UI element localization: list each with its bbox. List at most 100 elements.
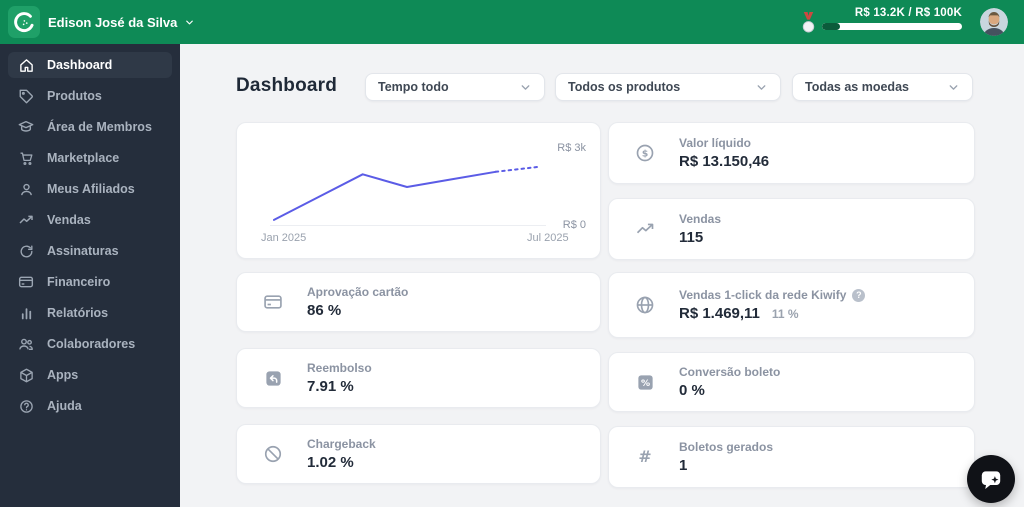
sidebar-item-relatorios[interactable]: Relatórios bbox=[8, 300, 172, 326]
sidebar-item-apps[interactable]: Apps bbox=[8, 362, 172, 388]
cart-icon bbox=[18, 150, 34, 166]
account-menu[interactable]: Edison José da Silva bbox=[48, 0, 195, 44]
stat-card-vendas: Vendas 115 bbox=[608, 198, 975, 260]
revenue-goal-progressbar bbox=[822, 23, 962, 30]
sidebar-item-financeiro[interactable]: Financeiro bbox=[8, 269, 172, 295]
stat-label: Conversão boleto bbox=[679, 365, 781, 379]
corner-up-left-icon bbox=[261, 369, 285, 388]
sidebar-item-produtos[interactable]: Produtos bbox=[8, 83, 172, 109]
sidebar-item-label: Ajuda bbox=[47, 399, 82, 413]
stat-label: Boletos gerados bbox=[679, 440, 774, 454]
chevron-down-icon bbox=[186, 20, 194, 24]
page-title: Dashboard bbox=[236, 75, 338, 96]
dollar-circle-icon: $ bbox=[633, 143, 657, 163]
chat-widget-button[interactable] bbox=[967, 455, 1015, 503]
home-icon bbox=[18, 57, 34, 73]
sidebar: Dashboard Produtos Área de Membros Marke… bbox=[0, 44, 180, 507]
chevron-down-icon bbox=[949, 84, 958, 90]
kiwify-logo[interactable] bbox=[8, 6, 40, 38]
users-icon bbox=[18, 336, 34, 352]
tag-icon bbox=[18, 88, 34, 104]
sidebar-item-area-de-membros[interactable]: Área de Membros bbox=[8, 114, 172, 140]
sidebar-item-label: Marketplace bbox=[47, 151, 120, 165]
stat-label: Valor líquido bbox=[679, 136, 752, 150]
svg-text:#: # bbox=[638, 447, 651, 466]
y-axis-min-label: R$ 0 bbox=[562, 219, 586, 231]
sidebar-item-label: Assinaturas bbox=[47, 244, 119, 258]
stat-card-valor-liquido: $ Valor líquido R$ 13.150,46 bbox=[608, 122, 975, 184]
credit-card-icon bbox=[261, 292, 285, 312]
sidebar-item-assinaturas[interactable]: Assinaturas bbox=[8, 238, 172, 264]
filter-period-select[interactable]: Tempo todo bbox=[365, 73, 545, 101]
sidebar-item-marketplace[interactable]: Marketplace bbox=[8, 145, 172, 171]
stat-label: Chargeback bbox=[307, 437, 376, 451]
stat-card-conversao-boleto: % Conversão boleto 0 % bbox=[608, 352, 975, 412]
sidebar-item-label: Produtos bbox=[47, 89, 102, 103]
chevron-down-icon bbox=[521, 84, 530, 90]
chart-baseline bbox=[270, 225, 546, 226]
stat-label: Vendas 1-click da rede Kiwify bbox=[679, 288, 847, 302]
sidebar-item-label: Colaboradores bbox=[47, 337, 136, 351]
stat-label: Vendas bbox=[679, 212, 722, 226]
graduation-cap-icon bbox=[18, 119, 34, 135]
revenue-chart-card: R$ 3k R$ 0 Jan 2025 Jul 2025 bbox=[236, 122, 601, 259]
stat-card-chargeback: Chargeback 1.02 % bbox=[236, 424, 601, 484]
sidebar-item-label: Dashboard bbox=[47, 58, 113, 72]
refresh-icon bbox=[18, 243, 34, 259]
top-bar: Edison José da Silva R$ 13.2K / R$ 100K bbox=[0, 0, 1024, 44]
credit-card-icon bbox=[18, 274, 34, 290]
stat-value: 1.02 % bbox=[307, 454, 354, 471]
trending-up-icon bbox=[633, 219, 657, 239]
filter-products-select[interactable]: Todos os produtos bbox=[555, 73, 781, 101]
stat-value: 115 bbox=[679, 229, 704, 246]
sidebar-item-vendas[interactable]: Vendas bbox=[8, 207, 172, 233]
bar-chart-icon bbox=[18, 305, 34, 321]
revenue-goal: R$ 13.2K / R$ 100K bbox=[822, 7, 962, 30]
stat-card-vendas-1click: Vendas 1-click da rede Kiwify ? R$ 1.469… bbox=[608, 272, 975, 338]
account-name: Edison José da Silva bbox=[48, 14, 178, 30]
stat-value: 0 % bbox=[679, 382, 705, 399]
sidebar-item-dashboard[interactable]: Dashboard bbox=[8, 52, 172, 78]
x-axis-start-label: Jan 2025 bbox=[261, 232, 307, 244]
stat-value: R$ 13.150,46 bbox=[679, 153, 770, 170]
medal-icon bbox=[799, 11, 818, 39]
stat-label: Aprovação cartão bbox=[307, 285, 409, 299]
help-circle-icon bbox=[18, 398, 34, 414]
svg-text:%: % bbox=[640, 378, 649, 388]
sidebar-item-label: Financeiro bbox=[47, 275, 111, 289]
globe-icon bbox=[633, 295, 657, 315]
stat-value: 7.91 % bbox=[307, 378, 354, 395]
filter-currency-value: Todas as moedas bbox=[805, 80, 909, 94]
chevron-down-icon bbox=[757, 84, 766, 90]
filter-currency-select[interactable]: Todas as moedas bbox=[792, 73, 973, 101]
stat-card-aprovacao-cartao: Aprovação cartão 86 % bbox=[236, 272, 601, 332]
sidebar-item-label: Vendas bbox=[47, 213, 91, 227]
chat-bubble-icon bbox=[981, 471, 1001, 489]
sidebar-item-label: Apps bbox=[47, 368, 79, 382]
stat-label: Reembolso bbox=[307, 361, 372, 375]
stat-value: 1 bbox=[679, 457, 688, 474]
kiwify-dashboard-app: Edison José da Silva R$ 13.2K / R$ 100K bbox=[0, 0, 1024, 507]
stat-value: 86 % bbox=[307, 302, 342, 319]
stat-secondary-value: 11 % bbox=[771, 307, 799, 321]
sidebar-item-meus-afiliados[interactable]: Meus Afiliados bbox=[8, 176, 172, 202]
hash-icon: # bbox=[633, 447, 657, 467]
x-axis-end-label: Jul 2025 bbox=[527, 232, 569, 244]
y-axis-max-label: R$ 3k bbox=[557, 142, 586, 154]
user-icon bbox=[18, 181, 34, 197]
stat-card-reembolso: Reembolso 7.91 % bbox=[236, 348, 601, 408]
user-avatar[interactable] bbox=[980, 8, 1008, 36]
svg-text:$: $ bbox=[642, 148, 648, 159]
help-icon[interactable]: ? bbox=[852, 288, 866, 302]
kiwi-icon bbox=[14, 12, 34, 33]
sidebar-item-label: Relatórios bbox=[47, 306, 109, 320]
filter-period-value: Tempo todo bbox=[378, 80, 449, 94]
revenue-line-chart bbox=[273, 165, 541, 221]
sidebar-item-ajuda[interactable]: Ajuda bbox=[8, 393, 172, 419]
goal-progress-fill bbox=[822, 23, 841, 30]
sidebar-item-colaboradores[interactable]: Colaboradores bbox=[8, 331, 172, 357]
stat-card-boletos-gerados: # Boletos gerados 1 bbox=[608, 426, 975, 488]
stat-value: R$ 1.469,11 bbox=[679, 305, 760, 322]
revenue-goal-label: R$ 13.2K / R$ 100K bbox=[854, 7, 962, 19]
percent-square-icon: % bbox=[633, 373, 657, 392]
